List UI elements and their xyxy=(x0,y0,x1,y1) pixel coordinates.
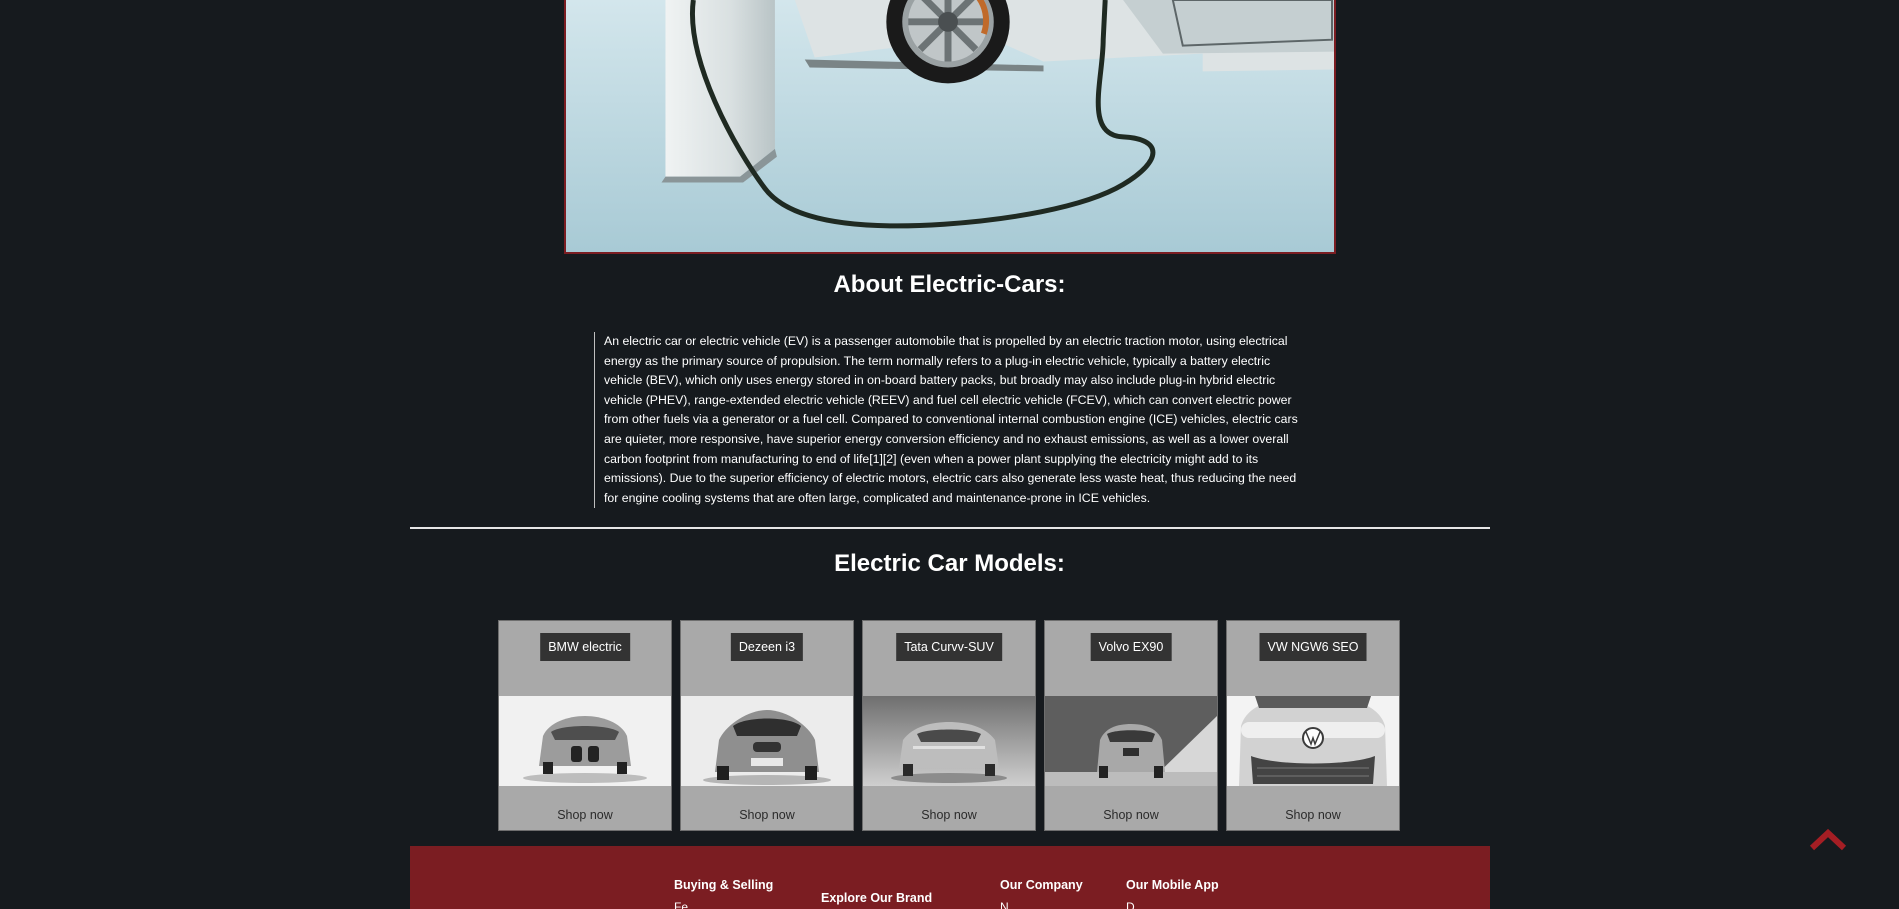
chevron-up-icon xyxy=(1809,828,1847,851)
car-name-label: Tata Curvv-SUV xyxy=(896,633,1002,661)
car-card-volvo-ex90[interactable]: Volvo EX90 Shop now xyxy=(1044,620,1218,831)
car-photo xyxy=(681,696,853,786)
footer-column-explore-brand: Explore Our Brand xyxy=(821,891,932,905)
car-name-label: VW NGW6 SEO xyxy=(1259,633,1367,661)
back-to-top-button[interactable] xyxy=(1808,826,1848,852)
car-photo xyxy=(499,696,671,786)
footer-column-title: Explore Our Brand xyxy=(821,891,933,905)
car-image xyxy=(499,696,671,786)
car-image xyxy=(1227,696,1399,786)
footer-column-mobile-app: Our Mobile App D... xyxy=(1126,878,1219,909)
car-image xyxy=(681,696,853,786)
models-title: Electric Car Models: xyxy=(834,550,1065,577)
section-divider xyxy=(410,527,1490,529)
footer-link[interactable]: Fe... xyxy=(674,900,773,909)
footer-column-buying-selling: Buying & Selling Fe... xyxy=(674,878,773,909)
footer-link[interactable]: D... xyxy=(1126,900,1219,909)
car-card-dezeen-i3[interactable]: Dezeen i3 Shop now xyxy=(680,620,854,831)
footer-link[interactable]: N... xyxy=(1000,900,1083,909)
car-photo xyxy=(1227,696,1399,786)
shop-now-link[interactable]: Shop now xyxy=(1227,808,1399,822)
car-name-label: Dezeen i3 xyxy=(730,633,804,661)
about-title: About Electric-Cars: xyxy=(833,271,1066,298)
car-card-bmw[interactable]: BMW electric Shop now xyxy=(498,620,672,831)
shop-now-link[interactable]: Shop now xyxy=(1045,808,1217,822)
shop-now-link[interactable]: Shop now xyxy=(681,808,853,822)
car-card-tata-curvv[interactable]: Tata Curvv-SUV Shop now xyxy=(862,620,1036,831)
shop-now-link[interactable]: Shop now xyxy=(499,808,671,822)
car-image xyxy=(863,696,1035,786)
car-photo xyxy=(1045,696,1217,786)
car-name-label: BMW electric xyxy=(540,633,630,661)
hero-image xyxy=(564,0,1336,254)
about-paragraph: An electric car or electric vehicle (EV)… xyxy=(594,332,1306,509)
footer-column-title: Our Company xyxy=(1000,878,1083,892)
page: About Electric-Cars: An electric car or … xyxy=(0,0,1899,909)
car-models-list: BMW electric Shop now Dezeen i3 Shop now… xyxy=(498,620,1402,831)
shop-now-link[interactable]: Shop now xyxy=(863,808,1035,822)
footer: Buying & Selling Fe... Explore Our Brand… xyxy=(410,846,1490,909)
footer-column-title: Our Mobile App xyxy=(1126,878,1219,892)
hero-illustration xyxy=(566,0,1334,252)
footer-column-title: Buying & Selling xyxy=(674,878,774,892)
car-card-vw-ngw6[interactable]: VW NGW6 SEO Shop now xyxy=(1226,620,1400,831)
car-name-label: Volvo EX90 xyxy=(1090,633,1172,661)
footer-column-our-company: Our Company N... xyxy=(1000,878,1083,909)
car-photo xyxy=(863,696,1035,786)
car-image xyxy=(1045,696,1217,786)
